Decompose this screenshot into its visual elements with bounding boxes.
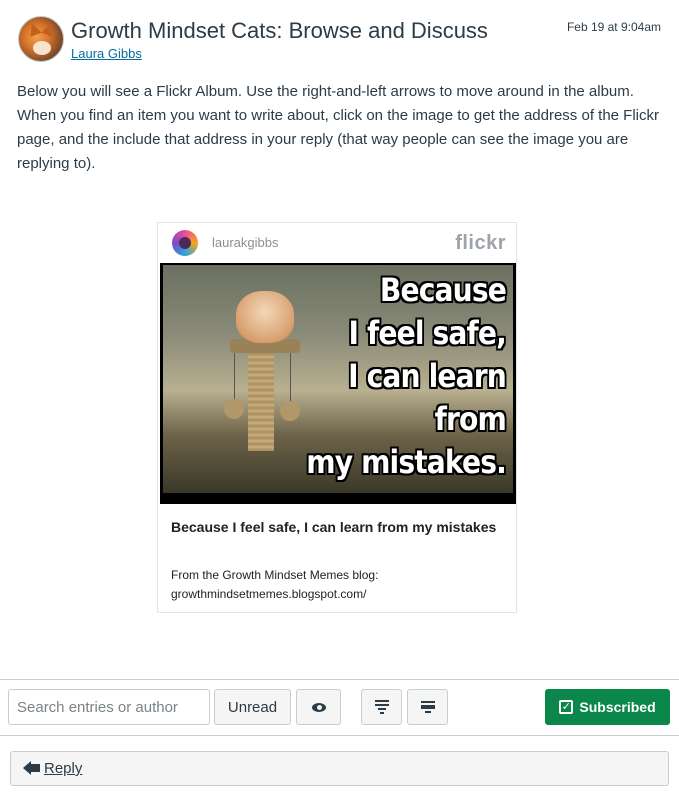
meme-line: I can learn bbox=[348, 357, 507, 395]
collapse-icon bbox=[420, 701, 435, 713]
flickr-embed: laurakgibbs flickr Because I feel safe, … bbox=[157, 222, 517, 613]
toy-ball-right bbox=[280, 401, 300, 421]
expand-icon bbox=[374, 700, 389, 714]
page-title: Growth Mindset Cats: Browse and Discuss bbox=[71, 18, 488, 43]
meme-line: my mistakes. bbox=[306, 443, 507, 481]
reply-label: Reply bbox=[44, 760, 83, 777]
search-input[interactable] bbox=[8, 689, 210, 725]
reply-arrow-icon bbox=[23, 761, 41, 775]
flickr-photo[interactable]: Because I feel safe, I can learn from my… bbox=[160, 263, 516, 504]
unread-button[interactable]: Unread bbox=[214, 689, 291, 725]
toolbar-divider-bottom bbox=[0, 735, 679, 736]
kitten-image bbox=[236, 291, 294, 343]
subscribed-button[interactable]: ✓ Subscribed bbox=[545, 689, 670, 725]
checkbox-check-icon: ✓ bbox=[559, 700, 574, 714]
meme-line: Because bbox=[379, 271, 507, 309]
collapse-threads-button[interactable] bbox=[407, 689, 448, 725]
fox-muzzle bbox=[33, 41, 51, 55]
post-date: Feb 19 at 9:04am bbox=[566, 20, 661, 34]
subscribed-label: Subscribed bbox=[579, 699, 656, 715]
reply-button[interactable]: Reply bbox=[10, 751, 669, 786]
flickr-user-avatar[interactable] bbox=[172, 230, 198, 256]
fox-ear-left bbox=[26, 21, 42, 37]
photo-caption-description: From the Growth Mindset Memes blog: grow… bbox=[171, 568, 379, 601]
flickr-username[interactable]: laurakgibbs bbox=[212, 235, 279, 250]
toy-string-left bbox=[234, 353, 235, 399]
meme-line: from bbox=[434, 400, 507, 438]
toy-ball-left bbox=[224, 399, 244, 419]
discussion-toolbar: Unread ✓ Subscribed bbox=[0, 679, 679, 735]
discussion-header: Growth Mindset Cats: Browse and Discuss … bbox=[18, 14, 663, 66]
toy-string-right bbox=[290, 353, 291, 401]
flickr-embed-header: laurakgibbs flickr bbox=[158, 223, 516, 263]
flickr-logo[interactable]: flickr bbox=[455, 232, 506, 255]
fox-ear-right bbox=[41, 21, 57, 37]
meme-text: Because I feel safe, I can learn from my… bbox=[306, 269, 507, 484]
eye-icon bbox=[311, 702, 326, 712]
author-avatar[interactable] bbox=[18, 16, 64, 62]
expand-threads-button[interactable] bbox=[361, 689, 402, 725]
mark-all-read-button[interactable] bbox=[296, 689, 341, 725]
author-link[interactable]: Laura Gibbs bbox=[71, 46, 142, 61]
scratching-post bbox=[248, 351, 274, 451]
meme-line: I feel safe, bbox=[348, 314, 507, 352]
photo-caption-title[interactable]: Because I feel safe, I can learn from my… bbox=[171, 518, 501, 536]
post-body: Below you will see a Flickr Album. Use t… bbox=[17, 83, 659, 172]
